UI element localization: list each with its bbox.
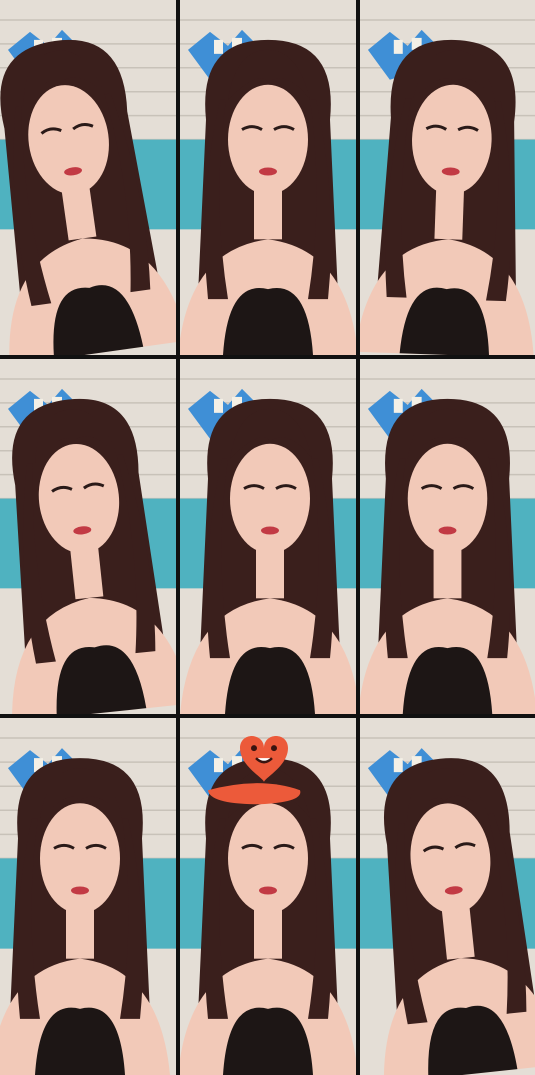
frame-illustration	[0, 718, 176, 1075]
mouth	[71, 886, 89, 895]
frame-illustration	[180, 359, 356, 714]
photo-card	[393, 39, 403, 54]
mouth	[259, 167, 277, 176]
collage-grid	[0, 0, 535, 1075]
photo-card	[214, 39, 223, 54]
frame-illustration	[180, 0, 356, 355]
sticker-eye	[251, 745, 257, 752]
frame-illustration	[180, 718, 356, 1075]
frame-illustration	[0, 359, 176, 714]
frame-illustration	[360, 718, 535, 1075]
face	[230, 443, 310, 554]
mouth	[438, 526, 457, 535]
face	[407, 443, 488, 554]
frame-illustration	[0, 0, 176, 355]
frame-illustration	[360, 359, 535, 714]
photo-card	[393, 758, 403, 773]
frame-illustration	[360, 0, 535, 355]
mouth	[261, 526, 279, 535]
face	[228, 84, 308, 195]
photo-frame-2	[180, 0, 356, 355]
photo-frame-5	[180, 359, 356, 714]
photo-card	[214, 758, 223, 773]
sticker-mouth	[255, 757, 273, 764]
photo-frame-8	[180, 718, 356, 1075]
photo-card	[393, 398, 403, 413]
photo-frame-3	[360, 0, 535, 355]
sticker-eye	[271, 745, 277, 752]
photo-frame-9	[360, 718, 535, 1075]
mouth	[259, 886, 277, 895]
photo-card	[214, 398, 223, 413]
photo-frame-7	[0, 718, 176, 1075]
photo-frame-6	[360, 359, 535, 714]
face	[228, 803, 308, 914]
photo-frame-4	[0, 359, 176, 714]
photo-frame-1	[0, 0, 176, 355]
face	[40, 803, 120, 914]
